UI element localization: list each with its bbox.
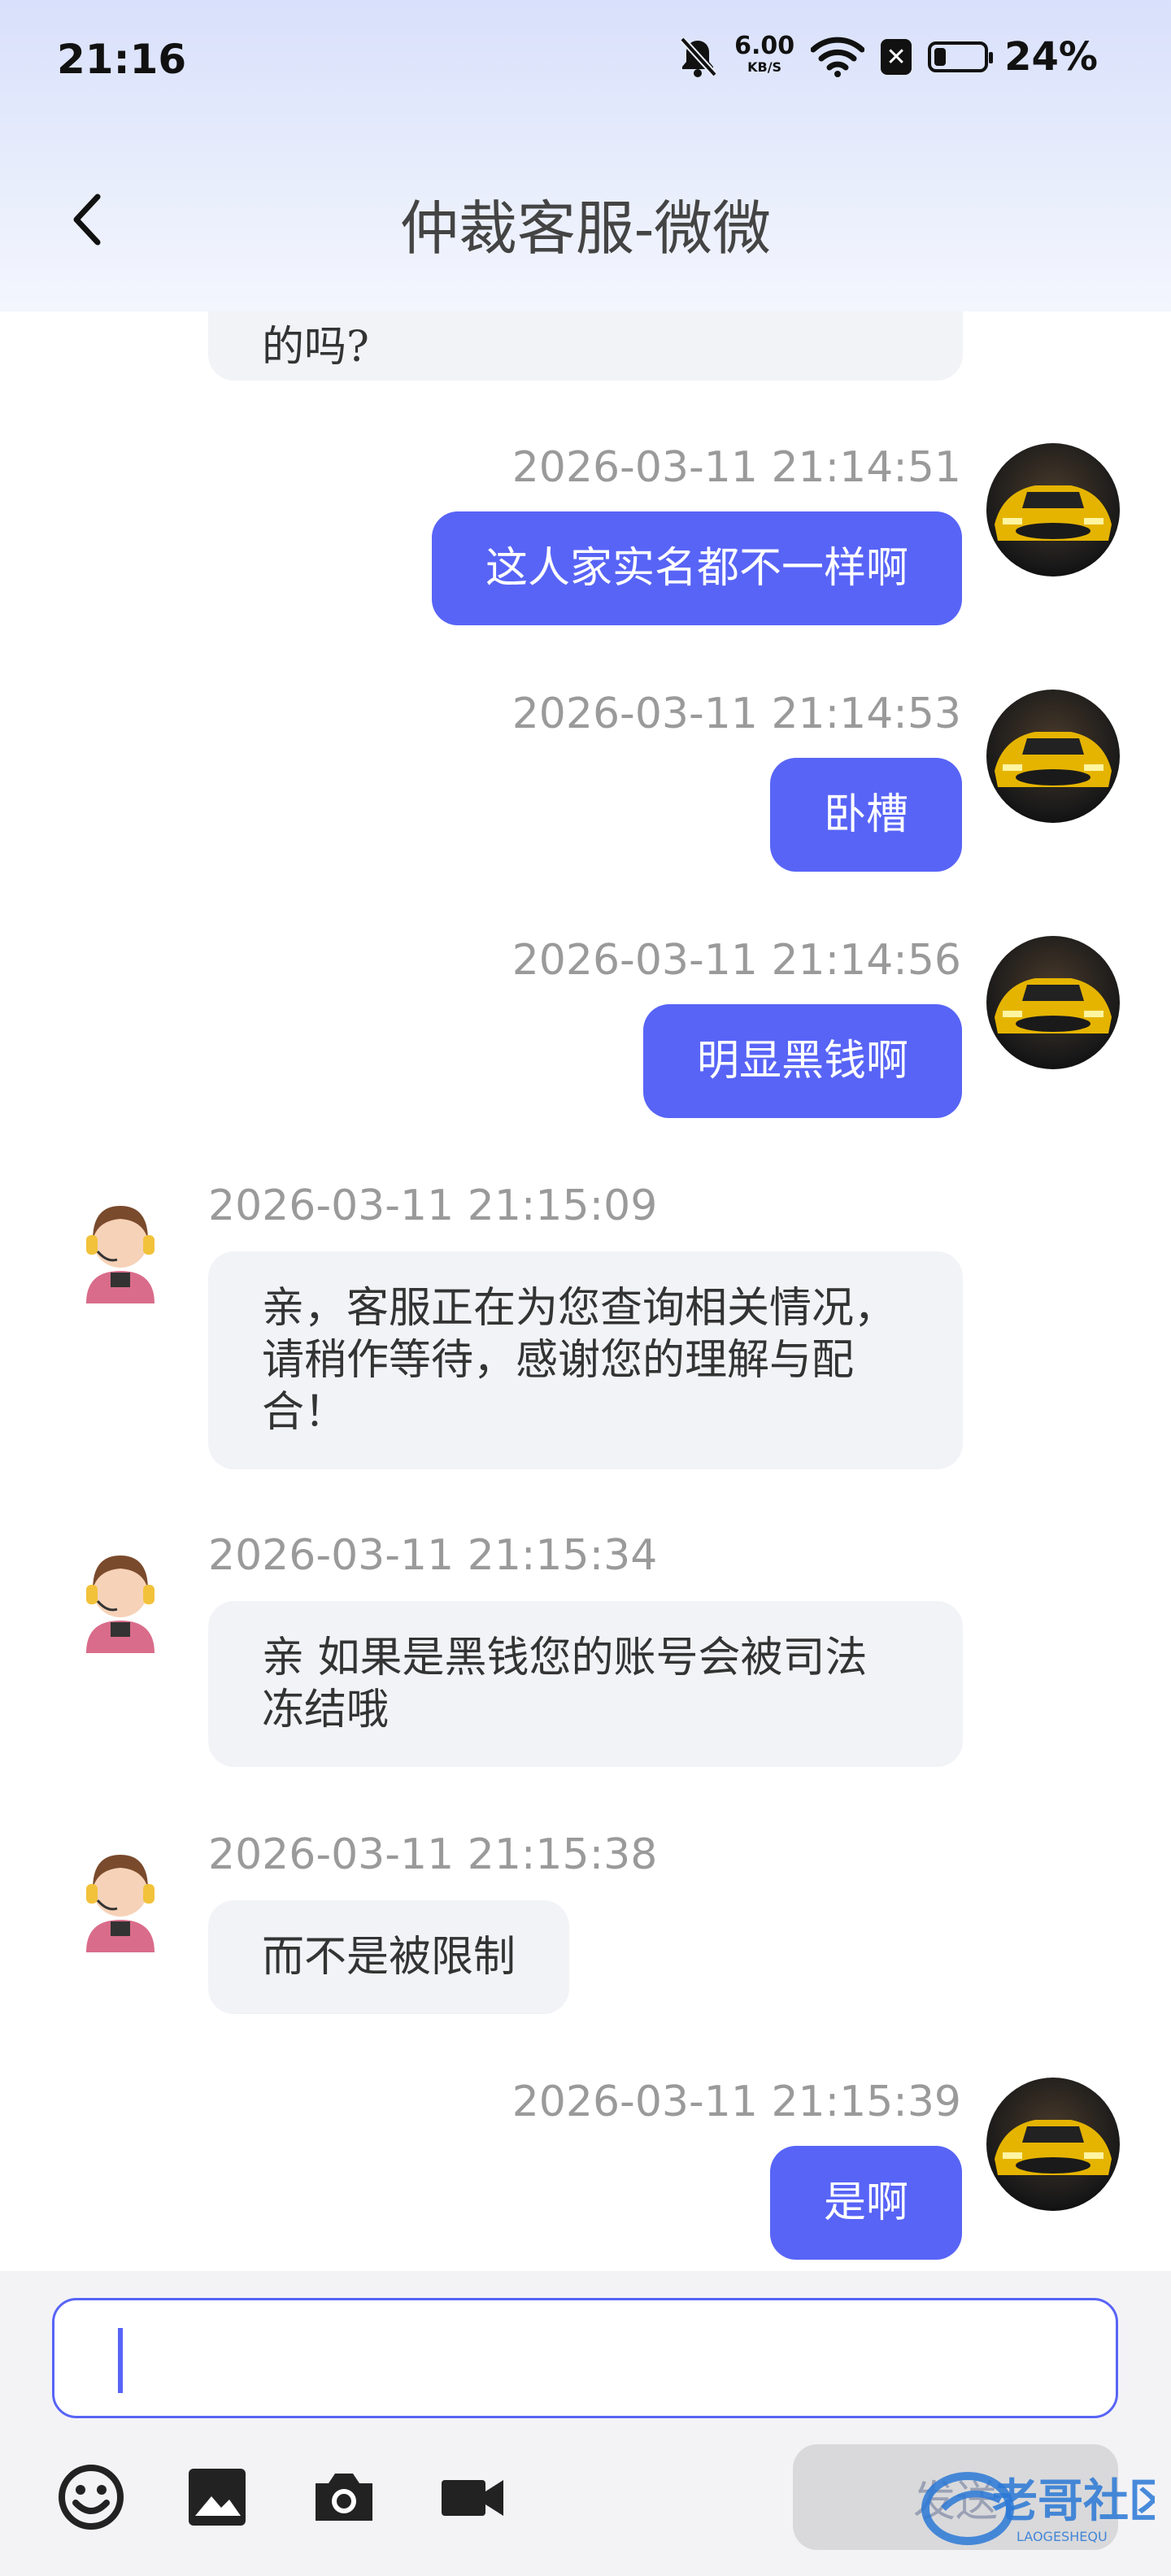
message-bubble-outgoing[interactable]: 明显黑钱啊 [642, 1004, 962, 1118]
message-bubble-incoming[interactable]: 的吗? [208, 311, 963, 381]
message-input[interactable] [52, 2298, 1118, 2418]
user-avatar[interactable] [986, 690, 1120, 823]
message-text: 亲，客服正在为您查询相关情况，请稍作等待，感谢您的理解与配合！ [262, 1284, 897, 1437]
community-watermark-logo: 老哥社区 LAOGESHEQU [921, 2472, 1155, 2545]
message-bubble-incoming[interactable]: 亲，客服正在为您查询相关情况，请稍作等待，感谢您的理解与配合！ [208, 1251, 963, 1469]
emoji-icon[interactable] [54, 2461, 128, 2534]
message-timestamp: 2026-03-11 21:14:51 [511, 443, 961, 492]
page-title: 仲裁客服-微微 [399, 194, 772, 263]
status-icons: 6.00 KB/S ✕ 24% [677, 33, 1098, 81]
message-text: 而不是被限制 [262, 1933, 516, 1982]
message-text: 卧槽 [823, 790, 908, 839]
image-icon[interactable] [181, 2461, 254, 2534]
message-text: 是啊 [823, 2178, 908, 2227]
agent-avatar[interactable] [54, 1181, 187, 1315]
sports-car-image [995, 2120, 1112, 2175]
camera-icon[interactable] [307, 2461, 381, 2534]
support-agent-icon [86, 1556, 155, 1653]
status-time: 21:16 [57, 36, 187, 83]
sports-car-image [995, 485, 1112, 541]
message-bubble-outgoing[interactable]: 这人家实名都不一样啊 [431, 511, 962, 625]
sim-off-icon: ✕ [881, 39, 912, 75]
user-avatar[interactable] [986, 936, 1120, 1069]
message-bubble-outgoing[interactable]: 卧槽 [769, 758, 962, 872]
agent-avatar[interactable] [54, 1531, 187, 1664]
message-text: 明显黑钱啊 [696, 1037, 908, 1086]
message-timestamp: 2026-03-11 21:15:39 [511, 2078, 961, 2126]
network-speed: 6.00 KB/S [734, 34, 794, 78]
user-avatar[interactable] [986, 443, 1120, 577]
chat-list[interactable]: 的吗? 2026-03-11 21:14:51 这人家实名都不一样啊 2026-… [0, 311, 1171, 2271]
wifi-icon [811, 37, 865, 77]
user-avatar[interactable] [986, 2078, 1120, 2211]
message-bubble-incoming[interactable]: 亲 如果是黑钱您的账号会被司法冻结哦 [208, 1601, 963, 1767]
message-text: 的吗? [262, 323, 369, 372]
support-agent-icon [86, 1855, 155, 1952]
battery-icon [928, 41, 994, 72]
network-speed-value: 6.00 [734, 32, 795, 60]
message-timestamp: 2026-03-11 21:15:34 [208, 1531, 658, 1580]
message-timestamp: 2026-03-11 21:14:56 [511, 936, 961, 985]
svg-text:老哥社区: 老哥社区 [992, 2475, 1155, 2528]
message-bubble-outgoing[interactable]: 是啊 [769, 2146, 962, 2260]
sports-car-image [995, 732, 1112, 787]
svg-text:LAOGESHEQU: LAOGESHEQU [1016, 2529, 1108, 2544]
message-text: 这人家实名都不一样啊 [485, 544, 908, 593]
video-icon[interactable] [435, 2461, 508, 2534]
message-text: 亲 如果是黑钱您的账号会被司法冻结哦 [262, 1634, 868, 1734]
agent-avatar[interactable] [54, 1830, 187, 1964]
message-timestamp: 2026-03-11 21:15:38 [208, 1830, 658, 1879]
support-agent-icon [86, 1206, 155, 1303]
message-timestamp: 2026-03-11 21:15:09 [208, 1181, 658, 1230]
sports-car-image [995, 978, 1112, 1033]
text-caret [118, 2328, 123, 2393]
battery-fill [934, 48, 947, 66]
message-timestamp: 2026-03-11 21:14:53 [511, 690, 961, 738]
mute-bell-icon [680, 37, 718, 77]
message-bubble-incoming[interactable]: 而不是被限制 [208, 1900, 570, 2014]
top-bar: 21:16 6.00 KB/S ✕ 24% 仲裁客服-微微 [0, 0, 1171, 311]
battery-percent: 24% [1004, 34, 1098, 80]
